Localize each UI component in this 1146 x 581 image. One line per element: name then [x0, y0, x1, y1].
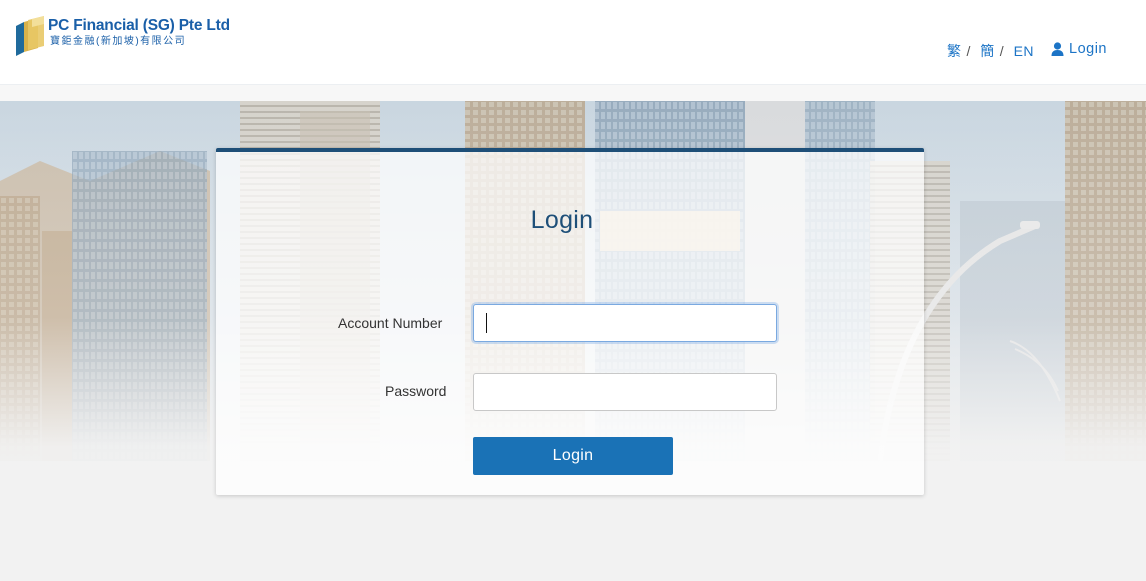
lang-simplified-link[interactable]: 簡: [980, 43, 995, 59]
account-number-input[interactable]: [473, 304, 777, 342]
account-number-label: Account Number: [338, 315, 443, 331]
login-title: Login: [530, 206, 594, 234]
brand-name: PC Financial (SG) Pte Ltd: [48, 17, 230, 34]
brand-logo[interactable]: PC Financial (SG) Pte Ltd 寶鉅金融(新加坡)有限公司: [14, 16, 230, 56]
login-card: Login Account Number Password Login: [216, 148, 924, 495]
password-label: Password: [385, 383, 447, 399]
password-input[interactable]: [473, 373, 777, 411]
header: PC Financial (SG) Pte Ltd 寶鉅金融(新加坡)有限公司 …: [0, 0, 1146, 85]
lang-separator: /: [999, 43, 1005, 59]
lang-traditional-link[interactable]: 繁: [947, 43, 962, 59]
login-submit-button[interactable]: Login: [473, 437, 673, 475]
lang-separator: /: [966, 43, 971, 59]
text-caret: [486, 313, 487, 333]
lang-english-link[interactable]: EN: [1014, 43, 1034, 59]
header-divider-bar: [0, 85, 1146, 101]
user-icon: [1051, 42, 1064, 56]
brand-text: PC Financial (SG) Pte Ltd 寶鉅金融(新加坡)有限公司: [48, 16, 230, 48]
logo-mark-icon: [14, 16, 46, 56]
header-login-label: Login: [1069, 41, 1107, 57]
language-switcher: 繁 / 簡 / EN: [947, 41, 1039, 61]
brand-chinese-name: 寶鉅金融(新加坡)有限公司: [50, 36, 187, 47]
header-login-link[interactable]: Login: [1051, 41, 1107, 57]
